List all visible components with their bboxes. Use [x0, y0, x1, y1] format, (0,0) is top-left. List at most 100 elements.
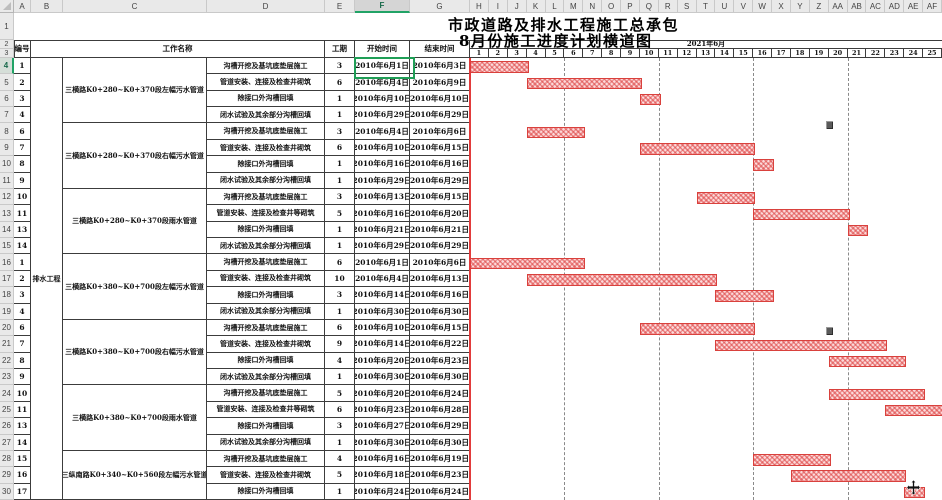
- row-header-1[interactable]: 1: [0, 13, 14, 40]
- no-cell[interactable]: 6: [14, 320, 31, 336]
- duration-cell[interactable]: 3: [325, 123, 355, 139]
- day-header-cell[interactable]: 16: [753, 49, 772, 58]
- no-cell[interactable]: 9: [14, 369, 31, 385]
- no-cell[interactable]: 14: [14, 435, 31, 451]
- start-date-cell[interactable]: 2010年6月23日: [355, 402, 410, 418]
- column-header-S[interactable]: S: [678, 0, 697, 13]
- duration-cell[interactable]: 3: [325, 287, 355, 303]
- group-name-cell[interactable]: 三横路K0+380~K0+700段左幅污水管道: [63, 254, 207, 319]
- task-name-cell[interactable]: 沟槽开挖及基坑底垫层施工: [207, 320, 325, 336]
- gantt-bar[interactable]: [470, 61, 529, 73]
- start-date-cell[interactable]: 2010年6月24日: [355, 484, 410, 500]
- end-date-cell[interactable]: 2010年6月24日: [410, 484, 470, 500]
- end-date-cell[interactable]: 2010年6月24日: [410, 385, 470, 401]
- task-name-cell[interactable]: 管道安装、连接及检查井砌筑: [207, 140, 325, 156]
- column-header-K[interactable]: K: [527, 0, 546, 13]
- task-name-cell[interactable]: 闭水试验及其余部分沟槽回填: [207, 173, 325, 189]
- end-date-cell[interactable]: 2010年6月19日: [410, 451, 470, 467]
- end-date-cell[interactable]: 2010年6月6日: [410, 123, 470, 139]
- task-name-cell[interactable]: 管道安装、连接及检查井砌筑: [207, 467, 325, 483]
- row-header-18[interactable]: 18: [0, 287, 14, 303]
- row-header-22[interactable]: 22: [0, 353, 14, 369]
- duration-cell[interactable]: 4: [325, 451, 355, 467]
- row-header-11[interactable]: 11: [0, 173, 14, 189]
- row-header-17[interactable]: 17: [0, 271, 14, 287]
- task-name-cell[interactable]: 沟槽开挖及基坑底垫层施工: [207, 58, 325, 74]
- day-header-cell[interactable]: 20: [829, 49, 848, 58]
- day-header-cell[interactable]: 14: [715, 49, 734, 58]
- column-header-W[interactable]: W: [753, 0, 772, 13]
- duration-cell[interactable]: 3: [325, 189, 355, 205]
- end-date-cell[interactable]: 2010年6月30日: [410, 304, 470, 320]
- task-name-cell[interactable]: 除接口外沟槽回填: [207, 353, 325, 369]
- no-cell[interactable]: 4: [14, 107, 31, 123]
- end-date-cell[interactable]: 2010年6月28日: [410, 402, 470, 418]
- column-header-I[interactable]: I: [489, 0, 508, 13]
- duration-cell[interactable]: 5: [325, 205, 355, 221]
- duration-cell[interactable]: 5: [325, 385, 355, 401]
- column-header-G[interactable]: G: [410, 0, 470, 13]
- header-start-cell[interactable]: 开始时间: [355, 40, 410, 58]
- select-all-corner[interactable]: [0, 0, 14, 13]
- task-name-cell[interactable]: 管道安装、连接及检查井等砌筑: [207, 205, 325, 221]
- row-header-30[interactable]: 30: [0, 484, 14, 500]
- task-name-cell[interactable]: 除接口外沟槽回填: [207, 418, 325, 434]
- gantt-bar[interactable]: [640, 94, 661, 106]
- column-header-B[interactable]: B: [31, 0, 63, 13]
- row-header-13[interactable]: 13: [0, 205, 14, 221]
- row-header-8[interactable]: 8: [0, 123, 14, 139]
- column-header-AD[interactable]: AD: [885, 0, 904, 13]
- column-header-D[interactable]: D: [207, 0, 325, 13]
- column-header-P[interactable]: P: [621, 0, 640, 13]
- task-name-cell[interactable]: 沟槽开挖及基坑底垫层施工: [207, 451, 325, 467]
- duration-cell[interactable]: 1: [325, 435, 355, 451]
- column-header-J[interactable]: J: [508, 0, 527, 13]
- column-header-T[interactable]: T: [697, 0, 716, 13]
- duration-cell[interactable]: 10: [325, 271, 355, 287]
- task-name-cell[interactable]: 闭水试验及其余部分沟槽回填: [207, 238, 325, 254]
- no-cell[interactable]: 1: [14, 254, 31, 270]
- day-header-cell[interactable]: 17: [772, 49, 791, 58]
- start-date-cell[interactable]: 2010年6月4日: [355, 271, 410, 287]
- group-name-cell[interactable]: 三横路K0+380~K0+700段雨水管道: [63, 385, 207, 450]
- row-header-15[interactable]: 15: [0, 238, 14, 254]
- task-name-cell[interactable]: 除接口外沟槽回填: [207, 484, 325, 500]
- no-cell[interactable]: 2: [14, 74, 31, 90]
- task-name-cell[interactable]: 管道安装、连接及检查井砌筑: [207, 336, 325, 352]
- end-date-cell[interactable]: 2010年6月10日: [410, 91, 470, 107]
- duration-cell[interactable]: 4: [325, 353, 355, 369]
- start-date-cell[interactable]: 2010年6月29日: [355, 173, 410, 189]
- start-date-cell[interactable]: 2010年6月30日: [355, 435, 410, 451]
- end-date-cell[interactable]: 2010年6月15日: [410, 320, 470, 336]
- start-date-cell[interactable]: 2010年6月16日: [355, 156, 410, 172]
- duration-cell[interactable]: 5: [325, 467, 355, 483]
- column-header-X[interactable]: X: [772, 0, 791, 13]
- column-header-AB[interactable]: AB: [848, 0, 867, 13]
- row-header-14[interactable]: 14: [0, 222, 14, 238]
- gantt-bar[interactable]: [527, 127, 586, 139]
- column-header-Y[interactable]: Y: [791, 0, 810, 13]
- day-header-cell[interactable]: 24: [904, 49, 923, 58]
- task-name-cell[interactable]: 闭水试验及其余部分沟槽回填: [207, 435, 325, 451]
- no-cell[interactable]: 11: [14, 402, 31, 418]
- header-no-cell[interactable]: 编号: [14, 40, 31, 58]
- no-cell[interactable]: 8: [14, 156, 31, 172]
- duration-cell[interactable]: 1: [325, 156, 355, 172]
- row-header-28[interactable]: 28: [0, 451, 14, 467]
- day-header-cell[interactable]: 23: [885, 49, 904, 58]
- column-header-AC[interactable]: AC: [866, 0, 885, 13]
- no-cell[interactable]: 7: [14, 140, 31, 156]
- task-name-cell[interactable]: 沟槽开挖及基坑底垫层施工: [207, 254, 325, 270]
- day-header-cell[interactable]: 22: [866, 49, 885, 58]
- gantt-bar[interactable]: [697, 192, 756, 204]
- end-date-cell[interactable]: 2010年6月23日: [410, 353, 470, 369]
- duration-cell[interactable]: 6: [325, 140, 355, 156]
- column-header-M[interactable]: M: [564, 0, 583, 13]
- start-date-cell[interactable]: 2010年6月27日: [355, 418, 410, 434]
- column-header-O[interactable]: O: [602, 0, 621, 13]
- end-date-cell[interactable]: 2010年6月15日: [410, 189, 470, 205]
- row-header-16[interactable]: 16: [0, 254, 14, 270]
- no-cell[interactable]: 2: [14, 271, 31, 287]
- start-date-cell[interactable]: 2010年6月4日: [355, 123, 410, 139]
- day-header-cell[interactable]: 18: [791, 49, 810, 58]
